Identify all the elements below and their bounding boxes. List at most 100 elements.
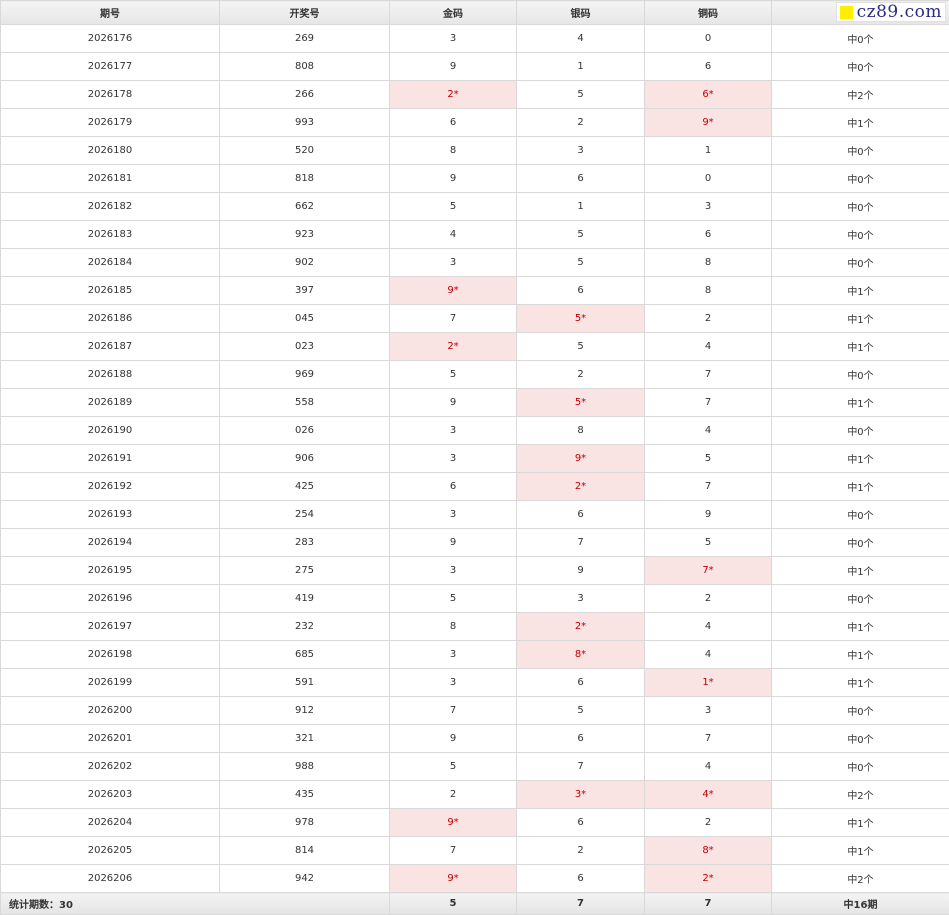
cell-result: 中1个	[771, 612, 949, 641]
cell-bronze-code: 7	[644, 472, 772, 501]
cell-result: 中1个	[771, 444, 949, 473]
cell-draw-number: 906	[219, 444, 390, 473]
watermark-square-icon	[839, 5, 853, 19]
cell-silver-code: 4	[516, 24, 645, 53]
cell-bronze-code: 4*	[644, 780, 772, 809]
table-row: 2026195 275 3 9 7* 中1个	[0, 556, 949, 585]
cell-bronze-code: 4	[644, 416, 772, 445]
cell-result: 中0个	[771, 192, 949, 221]
table-row: 2026181 818 9 6 0 中0个	[0, 164, 949, 193]
cell-bronze-code: 8*	[644, 836, 772, 865]
cell-period: 2026188	[0, 360, 220, 389]
header-silver-code[interactable]: 银码	[516, 0, 645, 25]
cell-result: 中0个	[771, 52, 949, 81]
cell-gold-code: 9*	[389, 864, 517, 893]
cell-draw-number: 902	[219, 248, 390, 277]
cell-draw-number: 283	[219, 528, 390, 557]
table-row: 2026193 254 3 6 9 中0个	[0, 500, 949, 529]
table-row: 2026202 988 5 7 4 中0个	[0, 752, 949, 781]
header-period[interactable]: 期号	[0, 0, 220, 25]
cell-period: 2026178	[0, 80, 220, 109]
cell-bronze-code: 4	[644, 640, 772, 669]
cell-gold-code: 3	[389, 248, 517, 277]
cell-bronze-code: 4	[644, 332, 772, 361]
cell-draw-number: 321	[219, 724, 390, 753]
cell-bronze-code: 5	[644, 444, 772, 473]
cell-result: 中0个	[771, 752, 949, 781]
cell-gold-code: 3	[389, 556, 517, 585]
cell-bronze-code: 7	[644, 388, 772, 417]
cell-silver-code: 8	[516, 416, 645, 445]
cell-period: 2026185	[0, 276, 220, 305]
table-row: 2026191 906 3 9* 5 中1个	[0, 444, 949, 473]
cell-draw-number: 026	[219, 416, 390, 445]
cell-gold-code: 5	[389, 752, 517, 781]
cell-bronze-code: 8	[644, 248, 772, 277]
cell-result: 中1个	[771, 108, 949, 137]
header-draw-number[interactable]: 开奖号	[219, 0, 390, 25]
cell-result: 中0个	[771, 360, 949, 389]
lottery-results-table: 期号 开奖号 金码 银码 铜码 2026176 269 3 4 0 中0个 2026177 8…	[0, 0, 949, 915]
cell-bronze-code: 7*	[644, 556, 772, 585]
cell-silver-code: 1	[516, 192, 645, 221]
cell-gold-code: 6	[389, 472, 517, 501]
table-row: 2026192 425 6 2* 7 中1个	[0, 472, 949, 501]
cell-gold-code: 9*	[389, 808, 517, 837]
cell-silver-code: 5	[516, 248, 645, 277]
table-row: 2026197 232 8 2* 4 中1个	[0, 612, 949, 641]
cell-gold-code: 3	[389, 444, 517, 473]
cell-result: 中2个	[771, 780, 949, 809]
table-row: 2026200 912 7 5 3 中0个	[0, 696, 949, 725]
table-row: 2026186 045 7 5* 2 中1个	[0, 304, 949, 333]
cell-bronze-code: 6	[644, 220, 772, 249]
cell-draw-number: 993	[219, 108, 390, 137]
table-row: 2026178 266 2* 5 6* 中2个	[0, 80, 949, 109]
cell-bronze-code: 0	[644, 24, 772, 53]
cell-draw-number: 685	[219, 640, 390, 669]
cell-period: 2026192	[0, 472, 220, 501]
cell-gold-code: 7	[389, 696, 517, 725]
summary-period-count: 统计期数：30	[0, 892, 390, 915]
cell-period: 2026198	[0, 640, 220, 669]
cell-silver-code: 5	[516, 220, 645, 249]
cell-silver-code: 5*	[516, 388, 645, 417]
cell-result: 中1个	[771, 472, 949, 501]
cell-bronze-code: 3	[644, 192, 772, 221]
cell-bronze-code: 1	[644, 136, 772, 165]
cell-draw-number: 254	[219, 500, 390, 529]
table-row: 2026177 808 9 1 6 中0个	[0, 52, 949, 81]
cell-result: 中1个	[771, 304, 949, 333]
cell-period: 2026203	[0, 780, 220, 809]
cell-period: 2026206	[0, 864, 220, 893]
cell-period: 2026177	[0, 52, 220, 81]
header-bronze-code[interactable]: 铜码	[644, 0, 772, 25]
cell-gold-code: 2*	[389, 332, 517, 361]
cell-draw-number: 425	[219, 472, 390, 501]
cell-bronze-code: 8	[644, 276, 772, 305]
table-row: 2026203 435 2 3* 4* 中2个	[0, 780, 949, 809]
cell-gold-code: 9*	[389, 276, 517, 305]
summary-bronze-hits: 7	[644, 892, 772, 915]
cell-silver-code: 2	[516, 108, 645, 137]
cell-period: 2026179	[0, 108, 220, 137]
cell-period: 2026201	[0, 724, 220, 753]
header-gold-code[interactable]: 金码	[389, 0, 517, 25]
cell-bronze-code: 4	[644, 752, 772, 781]
cell-period: 2026202	[0, 752, 220, 781]
cell-silver-code: 8*	[516, 640, 645, 669]
cell-period: 2026196	[0, 584, 220, 613]
cell-result: 中0个	[771, 164, 949, 193]
summary-gold-hits: 5	[389, 892, 517, 915]
cell-gold-code: 9	[389, 724, 517, 753]
cell-period: 2026199	[0, 668, 220, 697]
cell-draw-number: 266	[219, 80, 390, 109]
table-row: 2026196 419 5 3 2 中0个	[0, 584, 949, 613]
cell-silver-code: 6	[516, 668, 645, 697]
cell-draw-number: 269	[219, 24, 390, 53]
cell-silver-code: 5	[516, 696, 645, 725]
watermark-text: cz89.com	[856, 2, 942, 22]
cell-draw-number: 520	[219, 136, 390, 165]
cell-period: 2026190	[0, 416, 220, 445]
table-row: 2026204 978 9* 6 2 中1个	[0, 808, 949, 837]
cell-gold-code: 8	[389, 612, 517, 641]
